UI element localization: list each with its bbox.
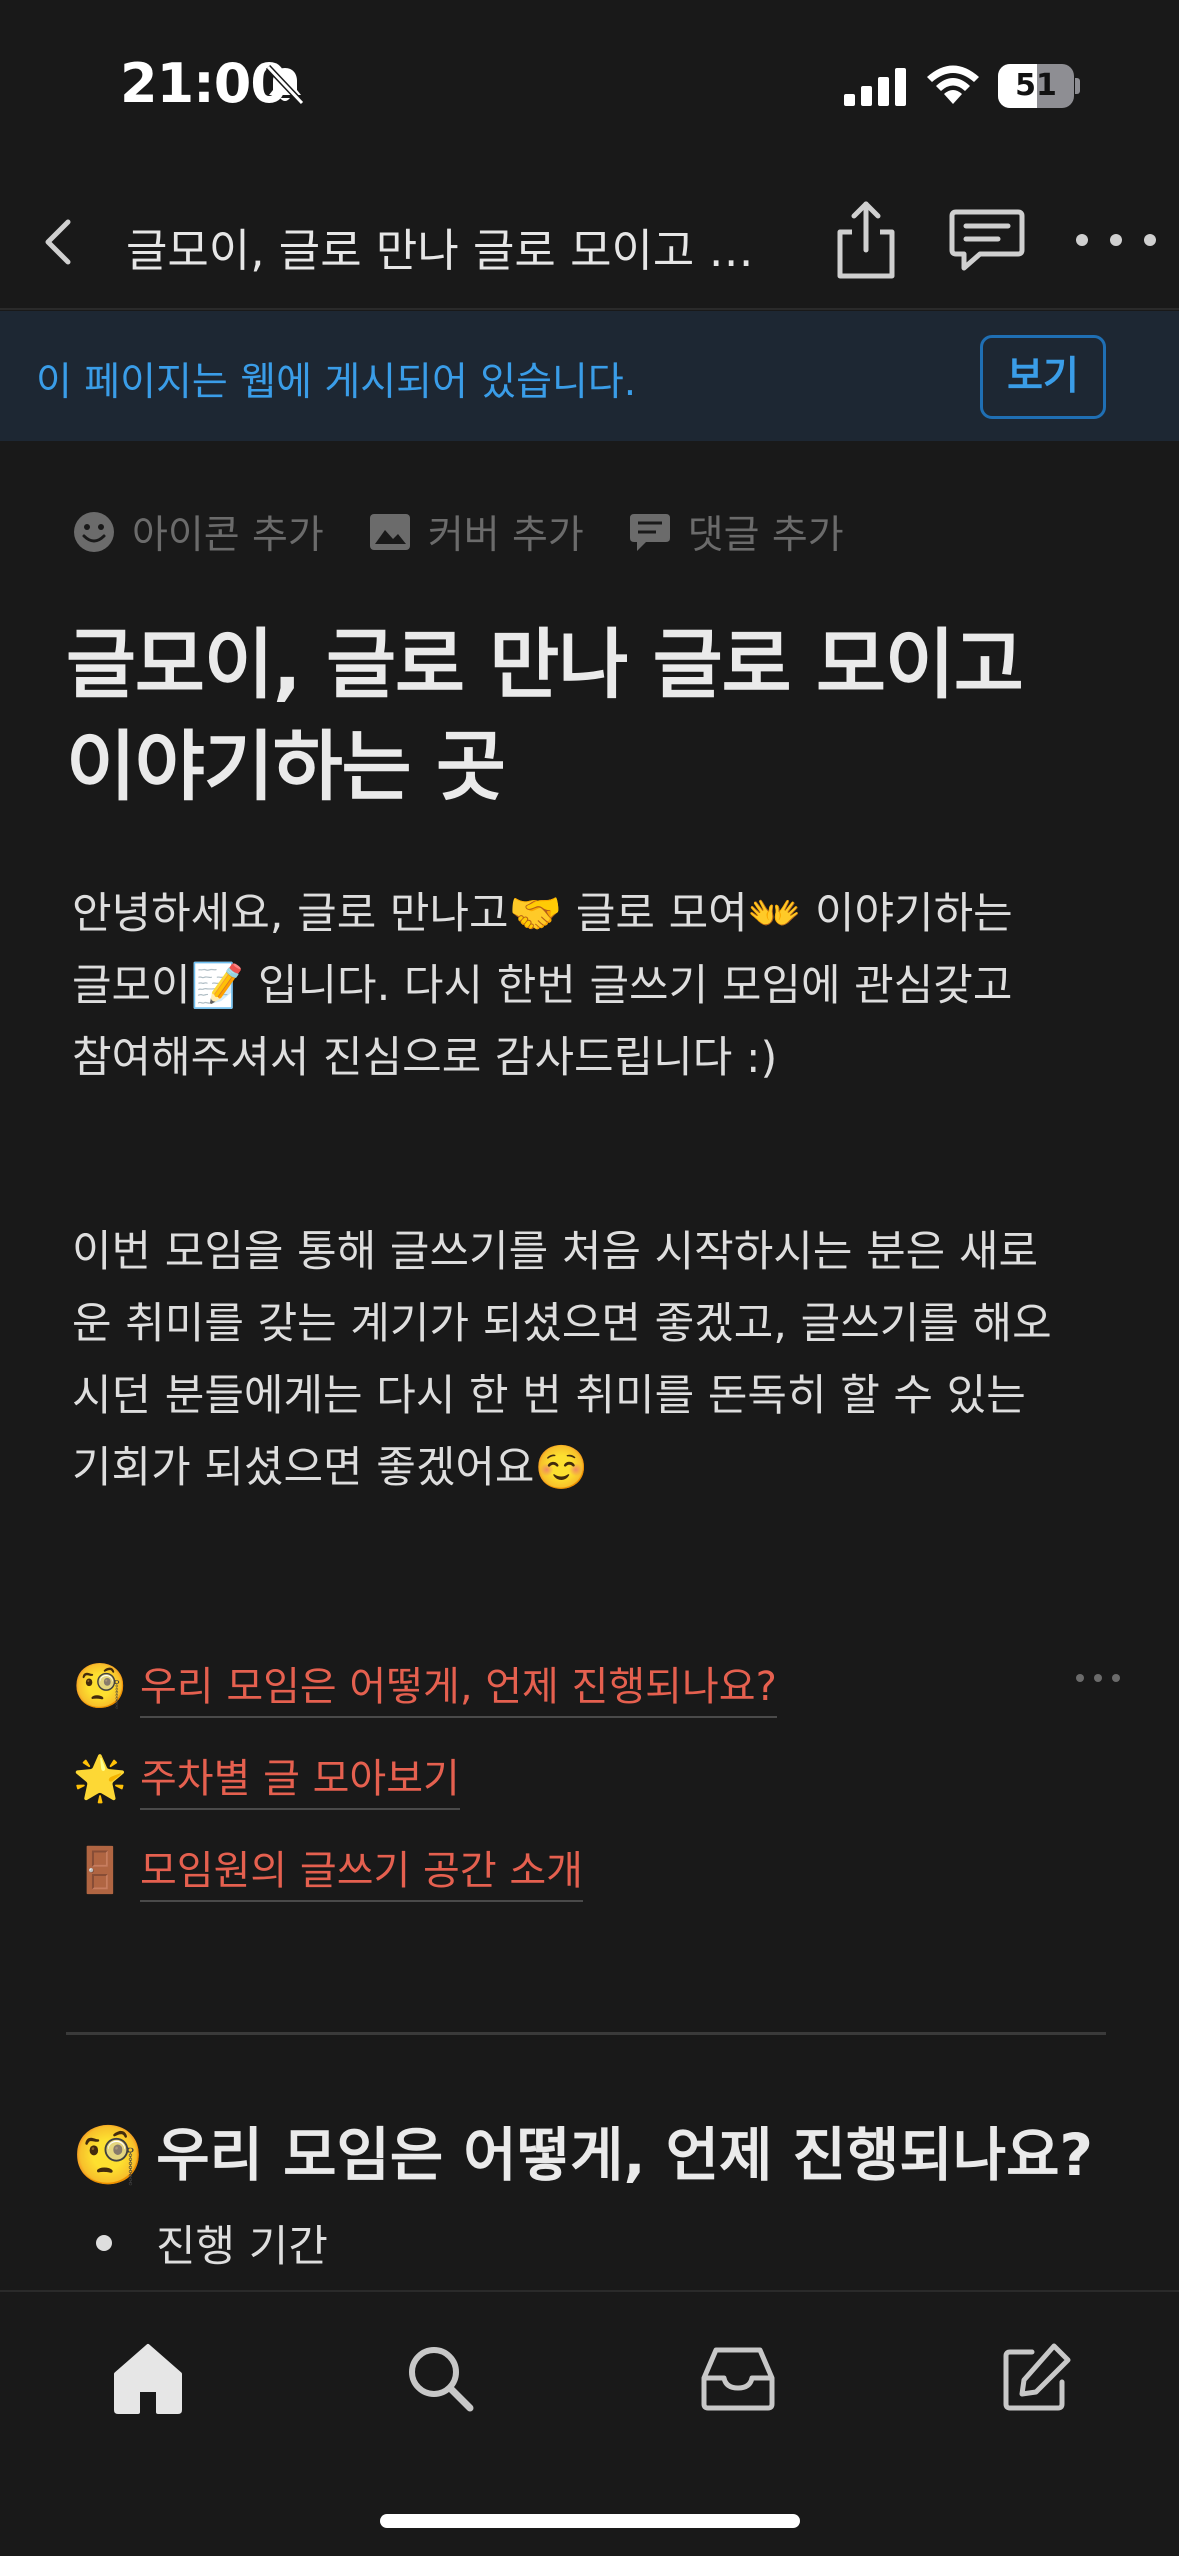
notion-page-screen: 21:00 51 글모이, 글로 만나 글로 모이고 이... 이 페이지는 웹… (0, 0, 1179, 2556)
image-icon (369, 514, 410, 550)
page-link-schedule[interactable]: 🧐 우리 모임은 어떻게, 언제 진행되나요? (72, 1640, 1122, 1732)
paragraph-line: 이번 모임을 통해 글쓰기를 처음 시작하시는 분은 새로 (72, 1227, 1038, 1277)
section-heading[interactable]: 🧐 우리 모임은 어떻게, 언제 진행되나요? (72, 2108, 1132, 2192)
add-cover-label: 커버 추가 (427, 513, 584, 558)
published-banner-text: 이 페이지는 웹에 게시되어 있습니다. (36, 360, 637, 405)
page-link-weekly[interactable]: 🌟 주차별 글 모아보기 (72, 1732, 1122, 1824)
ellipsis-icon[interactable] (1074, 1668, 1122, 1688)
paragraph-line: 운 취미를 갖는 계기가 되셨으면 좋겠고, 글쓰기를 해오 (72, 1299, 1052, 1349)
wifi-icon (927, 65, 979, 104)
bullet-icon (96, 2235, 112, 2251)
page-link-text: 우리 모임은 어떻게, 언제 진행되나요? (140, 1654, 777, 1718)
nav-title: 글모이, 글로 만나 글로 모이고 이... (126, 224, 786, 277)
paragraph-line: 안녕하세요, 글로 만나고🤝 글로 모여👐 이야기하는 (72, 889, 1013, 939)
battery-level: 51 (1015, 68, 1057, 103)
home-icon[interactable] (108, 2338, 188, 2418)
comment-icon[interactable] (946, 206, 1028, 276)
add-comment-button[interactable]: 댓글 추가 (628, 504, 844, 560)
page-title-line: 글모이, 글로 만나 글로 모이고 (66, 620, 1024, 709)
page-link-members[interactable]: 🚪 모임원의 글쓰기 공간 소개 (72, 1824, 1122, 1916)
page-link-text: 주차별 글 모아보기 (140, 1746, 460, 1810)
add-icon-label: 아이콘 추가 (132, 513, 324, 558)
cellular-signal-icon (844, 68, 906, 106)
share-icon[interactable] (830, 198, 902, 282)
paragraph-line: 기회가 되셨으면 좋겠어요☺️ (72, 1443, 589, 1493)
add-icon-button[interactable]: 아이콘 추가 (72, 504, 324, 560)
published-banner: 이 페이지는 웹에 게시되어 있습니다. 보기 (0, 311, 1179, 441)
comment-bubble-icon (629, 514, 670, 551)
page-actions: 아이콘 추가 커버 추가 댓글 추가 (72, 504, 888, 560)
paragraph-line: 시던 분들에게는 다시 한 번 취미를 돈독히 할 수 있는 (72, 1371, 1026, 1421)
add-cover-button[interactable]: 커버 추가 (368, 504, 584, 560)
status-bar: 21:00 51 (0, 0, 1179, 170)
bell-slash-icon (265, 64, 305, 106)
door-emoji-icon: 🚪 (72, 1845, 128, 1896)
paragraph-line: 참여해주셔서 진심으로 감사드립니다 :) (72, 1033, 778, 1083)
navigation-bar: 글모이, 글로 만나 글로 모이고 이... (0, 170, 1179, 310)
ellipsis-icon[interactable] (1068, 218, 1164, 262)
new-page-icon[interactable] (996, 2338, 1076, 2418)
list-item-text: 진행 기간 (156, 2222, 328, 2272)
inbox-icon[interactable] (698, 2338, 778, 2418)
page-title[interactable]: 글모이, 글로 만나 글로 모이고 이야기하는 곳 (66, 614, 1126, 818)
home-indicator (380, 2514, 800, 2528)
monocle-face-emoji-icon: 🧐 (72, 2121, 145, 2189)
intro-paragraph[interactable]: 안녕하세요, 글로 만나고🤝 글로 모여👐 이야기하는 글모이📝 입니다. 다시… (72, 878, 1112, 1094)
divider (66, 2032, 1106, 2035)
page-link-list: 🧐 우리 모임은 어떻게, 언제 진행되나요? 🌟 주차별 글 모아보기 🚪 모… (72, 1640, 1122, 1916)
chevron-left-icon[interactable] (30, 210, 90, 274)
search-icon[interactable] (400, 2338, 480, 2418)
battery-indicator: 51 (998, 64, 1080, 108)
star-emoji-icon: 🌟 (72, 1753, 128, 1804)
welcome-paragraph[interactable]: 이번 모임을 통해 글쓰기를 처음 시작하시는 분은 새로 운 취미를 갖는 계… (72, 1216, 1112, 1504)
view-button[interactable]: 보기 (980, 335, 1106, 419)
smiley-icon (74, 512, 114, 552)
page-title-line: 이야기하는 곳 (66, 722, 506, 811)
monocle-face-emoji-icon: 🧐 (72, 1661, 128, 1712)
paragraph-line: 글모이📝 입니다. 다시 한번 글쓰기 모임에 관심갖고 (72, 961, 1013, 1011)
add-comment-label: 댓글 추가 (687, 513, 844, 558)
page-link-text: 모임원의 글쓰기 공간 소개 (140, 1838, 583, 1902)
section-heading-text: 우리 모임은 어떻게, 언제 진행되나요? (156, 2121, 1094, 2189)
list-item[interactable]: 진행 기간 (96, 2212, 328, 2274)
